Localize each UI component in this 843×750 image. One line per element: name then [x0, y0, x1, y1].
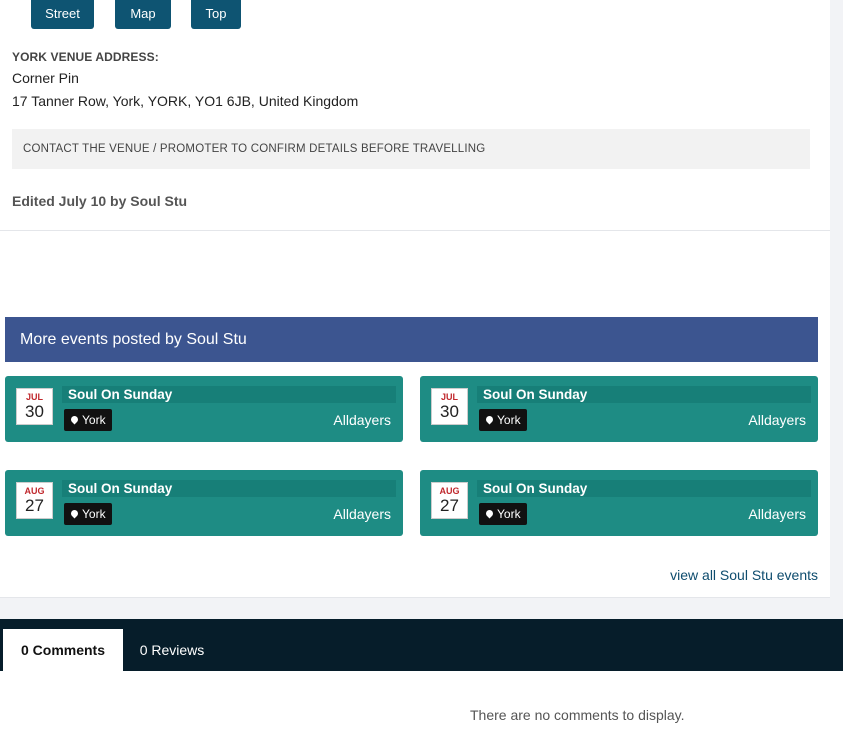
tab-reviews[interactable]: 0 Reviews [123, 629, 221, 671]
event-location-badge[interactable]: York [64, 503, 112, 525]
event-location: York [82, 507, 106, 521]
venue-name: Corner Pin [12, 70, 79, 86]
more-events-card: More events posted by Soul Stu JUL 30 So… [0, 231, 830, 598]
event-card[interactable]: AUG 27 Soul On Sunday York Alldayers [5, 470, 403, 536]
event-details-card: Street Map Top YORK VENUE ADDRESS: Corne… [0, 0, 830, 231]
event-location-badge[interactable]: York [479, 503, 527, 525]
venue-address-label: YORK VENUE ADDRESS: [12, 50, 159, 64]
event-card[interactable]: AUG 27 Soul On Sunday York Alldayers [420, 470, 818, 536]
event-month: AUG [24, 486, 45, 496]
event-title[interactable]: Soul On Sunday [62, 480, 396, 497]
travel-notice: CONTACT THE VENUE / PROMOTER TO CONFIRM … [12, 129, 810, 169]
event-title[interactable]: Soul On Sunday [62, 386, 396, 403]
map-pin-icon [69, 508, 80, 519]
event-title[interactable]: Soul On Sunday [477, 386, 811, 403]
map-pin-icon [484, 508, 495, 519]
event-month: AUG [439, 486, 460, 496]
event-date: AUG 27 [431, 482, 468, 519]
event-category: Alldayers [333, 506, 391, 522]
event-location: York [497, 413, 521, 427]
event-category: Alldayers [748, 412, 806, 428]
more-events-header: More events posted by Soul Stu [5, 317, 818, 362]
event-month: JUL [440, 392, 458, 402]
event-day: 30 [25, 402, 44, 421]
event-date: JUL 30 [16, 388, 53, 425]
no-comments-message: There are no comments to display. [470, 707, 685, 723]
edited-info: Edited July 10 by Soul Stu [12, 193, 188, 209]
comments-tab-bar: 0 Comments 0 Reviews [0, 619, 843, 671]
event-category: Alldayers [333, 412, 391, 428]
map-button[interactable]: Map [115, 0, 171, 29]
event-category: Alldayers [748, 506, 806, 522]
comments-panel: There are no comments to display. [0, 671, 843, 750]
event-location: York [82, 413, 106, 427]
event-day: 30 [440, 402, 459, 421]
venue-address: 17 Tanner Row, York, YORK, YO1 6JB, Unit… [12, 93, 359, 109]
map-pin-icon [69, 414, 80, 425]
event-location-badge[interactable]: York [479, 409, 527, 431]
view-all-events-link[interactable]: view all Soul Stu events [670, 567, 818, 583]
event-day: 27 [440, 496, 459, 515]
event-date: AUG 27 [16, 482, 53, 519]
event-month: JUL [25, 392, 43, 402]
tab-comments[interactable]: 0 Comments [3, 629, 123, 671]
event-location-badge[interactable]: York [64, 409, 112, 431]
event-day: 27 [25, 496, 44, 515]
event-card[interactable]: JUL 30 Soul On Sunday York Alldayers [420, 376, 818, 442]
street-button[interactable]: Street [31, 0, 94, 29]
event-date: JUL 30 [431, 388, 468, 425]
event-location: York [497, 507, 521, 521]
event-card[interactable]: JUL 30 Soul On Sunday York Alldayers [5, 376, 403, 442]
map-pin-icon [484, 414, 495, 425]
event-title[interactable]: Soul On Sunday [477, 480, 811, 497]
top-button[interactable]: Top [191, 0, 241, 29]
